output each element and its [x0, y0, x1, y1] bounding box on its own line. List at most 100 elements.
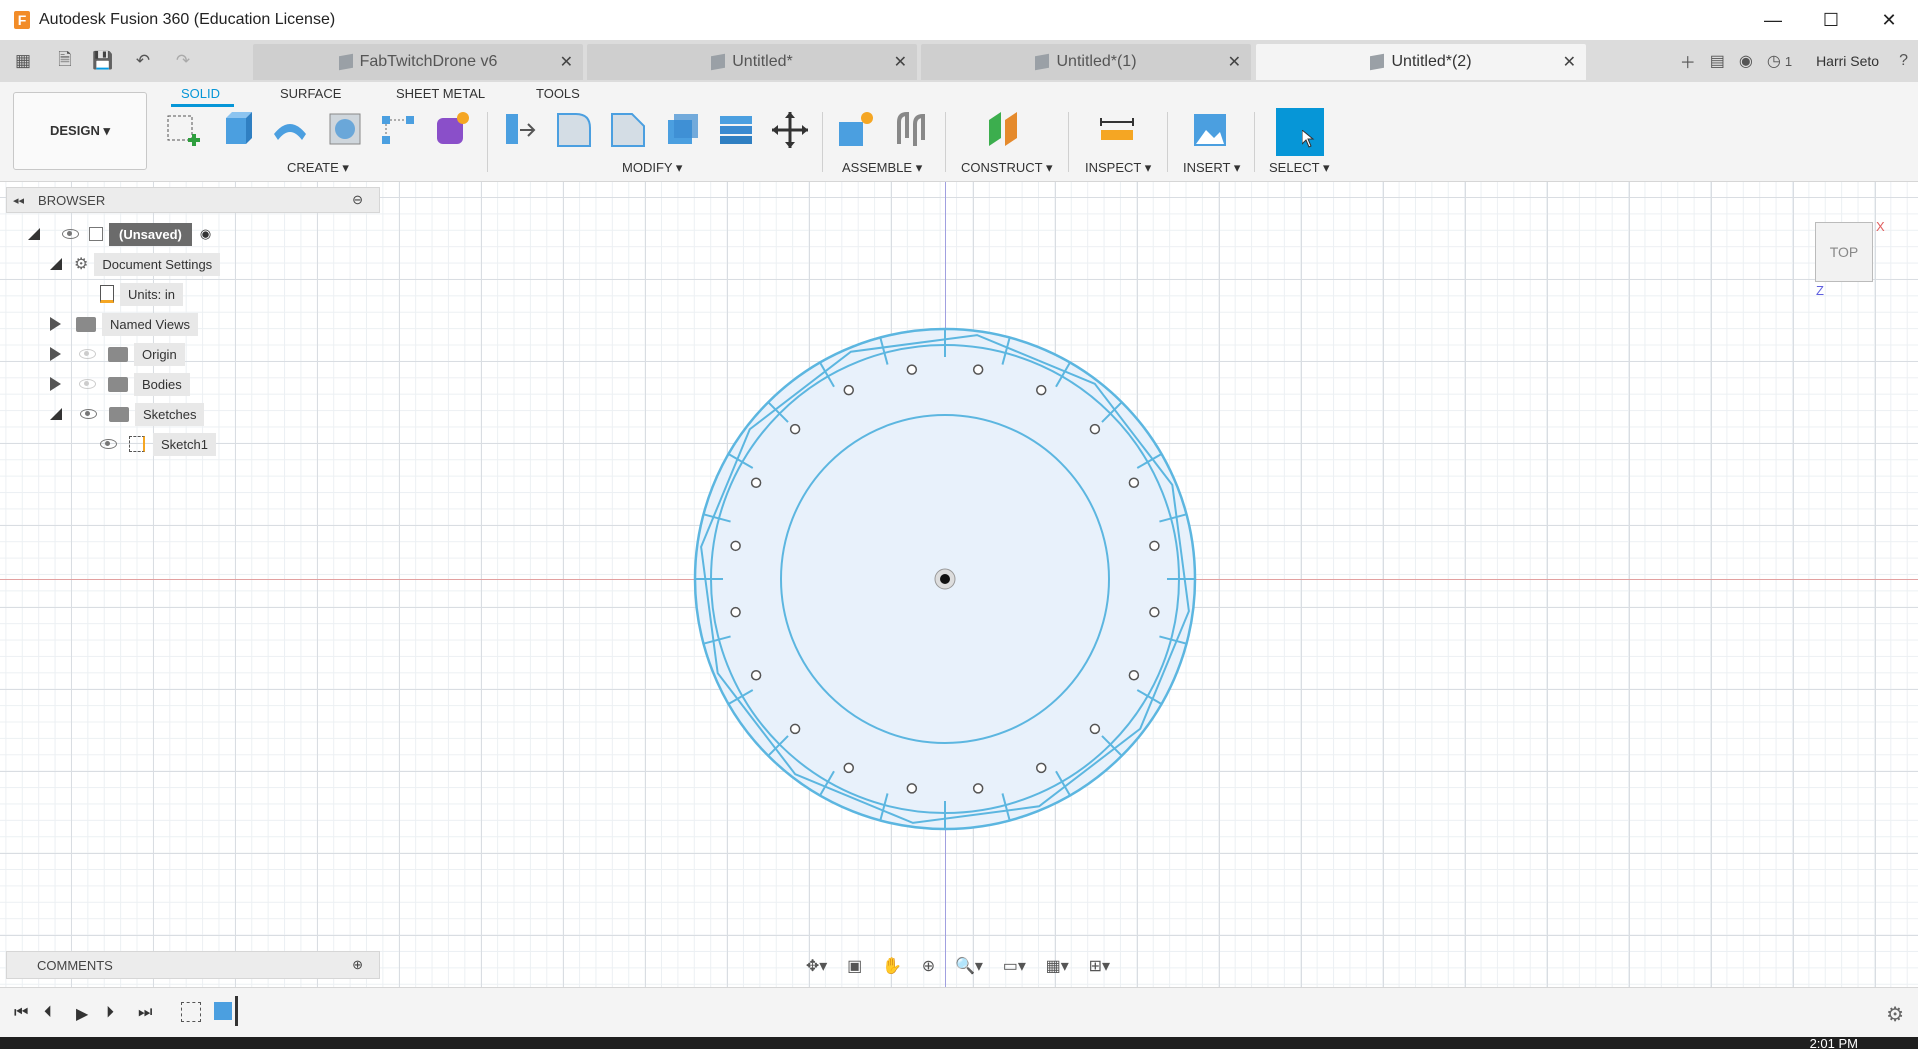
expand-icon[interactable] — [50, 258, 62, 270]
expand-icon[interactable] — [50, 347, 61, 361]
orbit-icon[interactable]: ✥▾ — [806, 956, 827, 976]
maximize-button[interactable]: ☐ — [1802, 0, 1860, 40]
collapse-browser-icon[interactable]: ◂◂ — [13, 194, 24, 207]
step-back-icon[interactable]: ⏴ — [44, 1004, 52, 1022]
minimize-button[interactable]: — — [1744, 0, 1802, 40]
extensions-icon[interactable]: ◉ — [1739, 51, 1753, 71]
separator — [1254, 112, 1255, 172]
assemble-menu[interactable]: ASSEMBLE ▾ — [842, 160, 922, 176]
viewcube[interactable]: TOP — [1815, 222, 1873, 282]
tab-fabtwitchdrone[interactable]: FabTwitchDrone v6 ✕ — [253, 44, 583, 80]
grid-settings-icon[interactable]: ▦▾ — [1046, 956, 1069, 976]
chat-icon[interactable]: ▤ — [1710, 51, 1725, 71]
go-to-end-icon[interactable]: ⏭ — [138, 1004, 152, 1022]
tree-units[interactable]: Units: in — [100, 282, 183, 306]
save-icon[interactable]: 💾 — [90, 48, 116, 74]
browser-minimize-icon[interactable]: ⊖ — [352, 192, 363, 208]
close-tab-icon[interactable]: ✕ — [1563, 52, 1576, 72]
tab-surface[interactable]: SURFACE — [280, 86, 341, 101]
viewports-icon[interactable]: ⊞▾ — [1089, 956, 1110, 976]
tree-bodies[interactable]: Bodies — [50, 372, 190, 396]
play-icon[interactable]: ▶ — [76, 1004, 88, 1024]
tab-untitled[interactable]: Untitled* ✕ — [587, 44, 917, 80]
design-canvas[interactable] — [0, 182, 1918, 987]
user-account[interactable]: Harri Seto — [1816, 53, 1879, 69]
close-tab-icon[interactable]: ✕ — [560, 52, 573, 72]
visibility-icon[interactable] — [80, 409, 97, 419]
pan-icon[interactable]: ✋ — [882, 956, 902, 976]
sketch-geometry[interactable] — [0, 182, 1918, 987]
tab-untitled-1[interactable]: Untitled*(1) ✕ — [921, 44, 1251, 80]
offset-plane-icon[interactable] — [985, 110, 1025, 150]
press-pull-icon[interactable] — [500, 110, 540, 150]
insert-image-icon[interactable] — [1190, 110, 1230, 150]
tree-named-views[interactable]: Named Views — [50, 312, 198, 336]
tree-root[interactable]: (Unsaved) ◉ — [28, 222, 211, 246]
visibility-icon[interactable] — [79, 379, 96, 389]
combine-icon[interactable] — [716, 110, 756, 150]
inspect-menu[interactable]: INSPECT ▾ — [1085, 160, 1151, 176]
expand-icon[interactable] — [28, 228, 40, 240]
help-icon[interactable]: ? — [1899, 52, 1908, 70]
look-at-icon[interactable]: ▣ — [847, 956, 862, 976]
joint-icon[interactable] — [891, 110, 931, 150]
tree-sketches[interactable]: Sketches — [50, 402, 205, 426]
go-to-start-icon[interactable]: ⏮ — [14, 1004, 28, 1022]
tab-sheet-metal[interactable]: SHEET METAL — [396, 86, 485, 101]
step-forward-icon[interactable]: ⏵ — [106, 1004, 114, 1022]
zoom-icon[interactable]: ⊕ — [922, 956, 935, 976]
tab-untitled-2[interactable]: Untitled*(2) ✕ — [1256, 44, 1586, 80]
revolve-icon[interactable] — [270, 110, 310, 150]
activate-icon[interactable]: ◉ — [200, 226, 211, 242]
tree-sketch1[interactable]: Sketch1 — [100, 432, 216, 456]
document-icon — [89, 227, 103, 241]
new-tab-icon[interactable]: ＋ — [1680, 49, 1696, 73]
timeline-settings-icon[interactable]: ⚙ — [1886, 1002, 1904, 1027]
redo-icon[interactable]: ↷ — [170, 48, 196, 74]
visibility-icon[interactable] — [100, 439, 117, 449]
document-tab-bar: ▦ 🗎 💾 ↶ ↷ FabTwitchDrone v6 ✕ Untitled* … — [0, 40, 1918, 82]
add-comment-icon[interactable]: ⊕ — [352, 957, 363, 973]
file-menu-icon[interactable]: 🗎 — [52, 48, 78, 74]
new-component-icon[interactable] — [835, 110, 875, 150]
close-window-button[interactable]: ✕ — [1860, 0, 1918, 40]
chamfer-icon[interactable] — [608, 110, 648, 150]
undo-icon[interactable]: ↶ — [130, 48, 156, 74]
tab-solid[interactable]: SOLID — [181, 86, 220, 101]
timeline-extrude-feature[interactable] — [214, 1002, 232, 1020]
modify-menu[interactable]: MODIFY ▾ — [622, 160, 682, 176]
app-grid-icon[interactable]: ▦ — [10, 48, 36, 74]
close-tab-icon[interactable]: ✕ — [1228, 52, 1241, 72]
create-form-icon[interactable] — [431, 110, 471, 150]
tab-tools[interactable]: TOOLS — [536, 86, 580, 101]
move-icon[interactable] — [770, 110, 810, 150]
visibility-icon[interactable] — [79, 349, 96, 359]
fit-icon[interactable]: 🔍▾ — [955, 956, 983, 976]
hole-icon[interactable] — [326, 110, 366, 150]
tree-document-settings[interactable]: ⚙ Document Settings — [50, 252, 221, 276]
timeline-sketch-feature[interactable] — [181, 1002, 201, 1022]
measure-icon[interactable] — [1097, 110, 1137, 150]
display-settings-icon[interactable]: ▭▾ — [1003, 956, 1026, 976]
expand-icon[interactable] — [50, 317, 61, 331]
extrude-icon[interactable] — [218, 110, 258, 150]
visibility-icon[interactable] — [62, 229, 79, 239]
expand-icon[interactable] — [50, 408, 62, 420]
fillet-icon[interactable] — [554, 110, 594, 150]
timeline-marker[interactable] — [235, 996, 238, 1026]
create-menu[interactable]: CREATE ▾ — [287, 160, 349, 176]
expand-icon[interactable] — [50, 377, 61, 391]
close-tab-icon[interactable]: ✕ — [894, 52, 907, 72]
shell-icon[interactable] — [662, 110, 702, 150]
insert-menu[interactable]: INSERT ▾ — [1183, 160, 1240, 176]
viewcube-x-label: X — [1876, 219, 1885, 234]
create-sketch-icon[interactable] — [164, 110, 204, 150]
job-status-icon[interactable]: ◷ — [1767, 51, 1781, 71]
workspace-switcher[interactable]: DESIGN ▾ — [13, 92, 147, 170]
select-button[interactable] — [1276, 108, 1324, 156]
tree-origin[interactable]: Origin — [50, 342, 185, 366]
select-menu[interactable]: SELECT ▾ — [1269, 160, 1329, 176]
component-icon — [1035, 53, 1050, 71]
pattern-icon[interactable] — [378, 110, 418, 150]
construct-menu[interactable]: CONSTRUCT ▾ — [961, 160, 1053, 176]
